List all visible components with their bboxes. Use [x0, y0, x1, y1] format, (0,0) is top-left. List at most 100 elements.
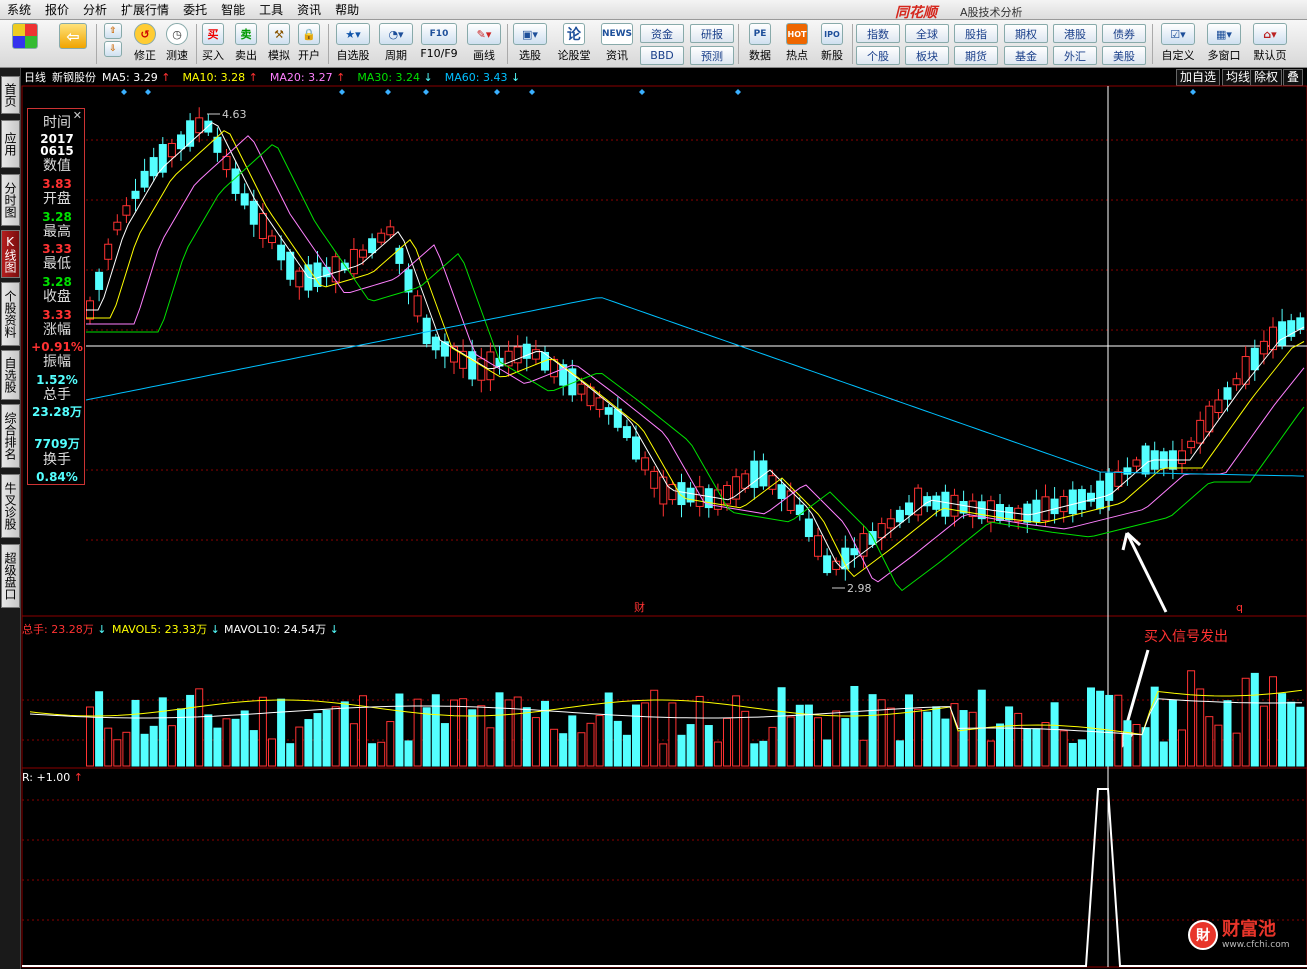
candle-body	[1096, 480, 1105, 510]
volume-bar	[859, 739, 868, 767]
candle-body	[604, 407, 613, 415]
volume-bar	[595, 715, 604, 767]
volume-bar	[1196, 688, 1205, 767]
volume-bar	[905, 694, 913, 767]
volume-bar	[659, 743, 668, 767]
volume-bar	[513, 696, 522, 767]
candle-body	[413, 295, 422, 317]
info-date-md: 0615	[40, 144, 74, 158]
volume-bar	[1005, 706, 1014, 767]
volume-bar	[440, 723, 449, 767]
candle-body	[641, 457, 650, 471]
ma20-line	[86, 135, 1305, 583]
volume-bar	[277, 698, 286, 767]
volume-bar	[450, 699, 458, 767]
volume-bar	[914, 708, 923, 767]
info-turnover-label: 换手	[43, 452, 71, 468]
volume-bar	[1232, 732, 1241, 767]
volume-bar	[713, 741, 722, 767]
candle-body	[622, 426, 631, 439]
volume-bar	[695, 695, 704, 767]
volume-bar	[1123, 720, 1132, 767]
info-high: 3.33	[42, 242, 72, 256]
volume-bar	[422, 707, 431, 767]
mavol10-label: MAVOL10: 24.54万 ↓	[224, 623, 339, 636]
info-close: 3.33	[42, 308, 72, 322]
volume-bar	[886, 707, 895, 767]
volume-bar	[495, 692, 504, 767]
volume-bar	[795, 704, 804, 767]
volume-bar	[1159, 741, 1168, 767]
info-amount: 7709万	[34, 437, 80, 451]
info-close-label: 收盘	[43, 289, 71, 305]
volume-bar	[268, 738, 276, 767]
candle-body	[231, 168, 240, 194]
candle-body	[277, 244, 286, 261]
volume-bar	[777, 687, 786, 767]
candle-body	[377, 232, 386, 243]
info-high-label: 最高	[43, 224, 71, 240]
volume-bar	[1187, 670, 1196, 767]
volume-bar	[1050, 702, 1059, 767]
volume-bar	[1223, 700, 1232, 767]
volume-bar	[759, 740, 768, 767]
volume-bar	[814, 717, 822, 767]
candle-body	[513, 346, 522, 364]
event-marker-icon	[385, 89, 391, 95]
volume-bar	[650, 689, 659, 767]
candle-body	[95, 271, 104, 290]
volume-bar	[941, 718, 950, 767]
volume-bar	[1168, 699, 1177, 767]
candle-body	[823, 555, 832, 574]
candle-body	[941, 491, 950, 517]
kline-chart[interactable]: 4.63 2.98 财 q	[0, 0, 1307, 969]
high-label: 4.63	[222, 108, 247, 121]
volume-bar	[1077, 739, 1086, 767]
volume-bar	[604, 692, 613, 767]
volume-bar	[677, 734, 686, 767]
candle-body	[1032, 499, 1041, 523]
volume-bar	[968, 711, 977, 767]
candle-body	[659, 476, 668, 505]
info-low-label: 最低	[43, 256, 71, 272]
candle-body	[240, 193, 249, 206]
candle-body	[131, 190, 140, 199]
candle-body	[632, 436, 640, 460]
ma60-line	[85, 297, 1305, 477]
volume-bar	[113, 739, 122, 767]
volume-total-label: 总手: 23.28万 ↓	[22, 623, 107, 636]
info-amplitude: 1.52%	[36, 373, 78, 387]
candle-body	[1223, 387, 1232, 400]
candle-body	[1005, 507, 1014, 521]
volume-bar	[686, 724, 695, 767]
volume-bar	[158, 697, 167, 767]
candle-body	[477, 358, 486, 381]
candle-body	[331, 256, 340, 283]
candle-body	[468, 351, 477, 380]
info-amplitude-label: 振幅	[43, 354, 71, 370]
buy-signal-label: 买入信号发出	[1144, 629, 1228, 645]
candle-body	[650, 470, 659, 489]
candle-body	[577, 383, 586, 395]
volume-bar	[258, 696, 267, 767]
volume-bar	[823, 739, 832, 767]
volume-bar	[195, 688, 204, 767]
event-marker-icon	[121, 89, 127, 95]
volume-bar	[1269, 676, 1277, 767]
finance-marker: 财	[634, 600, 645, 614]
candle-body	[1232, 378, 1241, 386]
candle-body	[932, 495, 941, 510]
volume-bar	[531, 717, 540, 767]
volume-bar	[932, 706, 941, 767]
candle-body	[1214, 399, 1223, 413]
volume-bar	[568, 715, 577, 767]
info-low: 3.28	[42, 275, 72, 289]
volume-bar	[340, 701, 349, 767]
volume-bar	[313, 713, 322, 767]
info-value-label: 数值	[43, 158, 71, 174]
volume-bar	[986, 740, 995, 767]
candle-body	[167, 142, 176, 158]
candle-body	[595, 397, 604, 410]
volume-bar	[786, 716, 795, 767]
info-volume-label: 总手	[43, 387, 71, 403]
